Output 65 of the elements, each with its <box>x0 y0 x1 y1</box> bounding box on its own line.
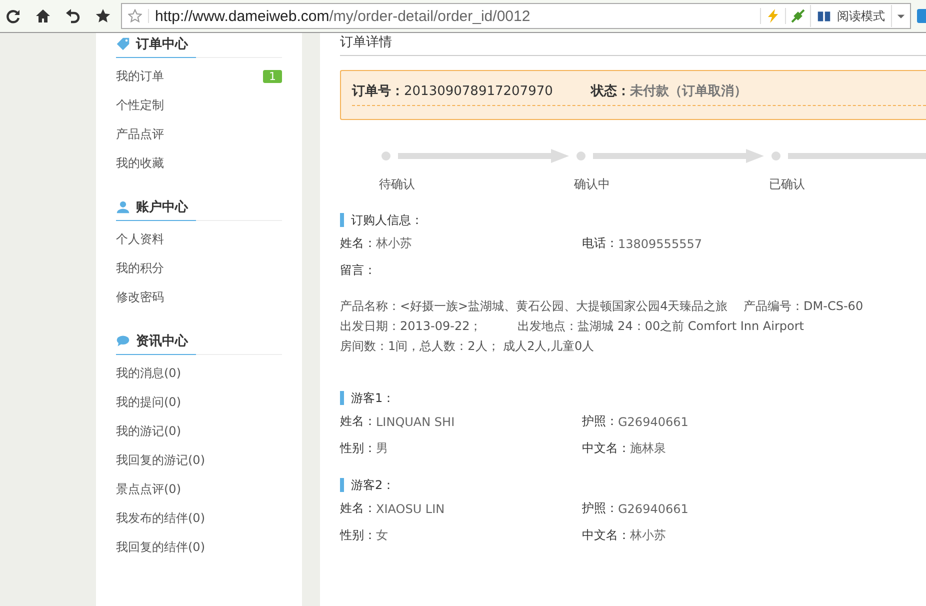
reader-mode-button[interactable]: 阅读模式 <box>810 5 891 27</box>
field-value: G26940661 <box>618 414 688 428</box>
step-label: 已确认 <box>769 176 806 193</box>
count-badge: 1 <box>263 70 282 83</box>
home-icon[interactable] <box>35 8 51 24</box>
field-value: G26940661 <box>618 502 688 516</box>
page-title: 订单详情 <box>340 33 926 56</box>
undo-icon[interactable] <box>65 8 81 24</box>
field-value: 男 <box>376 440 388 457</box>
chat-bubble-icon <box>116 334 130 348</box>
person-icon <box>116 200 130 214</box>
field-label: 护照： <box>582 413 618 430</box>
book-icon <box>817 9 831 23</box>
product-info-line: 产品名称：<好摄一族>盐湖城、黄石公园、大提顿国家公园4天臻品之旅 产品编号：DM-CS-60 <box>340 298 864 315</box>
field-label: 姓名： <box>340 413 376 430</box>
field-value: XIAOSU LIN <box>376 502 445 516</box>
sidebar-item[interactable]: 我回复的游记(0) <box>116 452 205 469</box>
field-value: 林小苏 <box>630 527 666 544</box>
tag-icon <box>116 37 130 51</box>
field-value: LINQUAN SHI <box>376 414 455 428</box>
sidebar-item[interactable]: 修改密码 <box>116 289 164 306</box>
sidebar-item[interactable]: 个人资料 <box>116 231 164 248</box>
order-status: 未付款（订单取消） <box>630 83 747 100</box>
url-text: http://www.dameiweb.com/my/order-detail/order_id/0012 <box>154 8 532 24</box>
sidebar-item[interactable]: 景点点评(0) <box>116 481 181 498</box>
refresh-icon[interactable] <box>5 8 21 24</box>
field-value: 施林泉 <box>630 440 666 457</box>
field-value: 林小苏 <box>376 235 412 252</box>
product-info-line: 房间数：1间，总人数：2人； 成人2人,儿童0人 <box>340 338 596 355</box>
section-heading: 订购人信息： <box>351 212 423 228</box>
sidebar-item[interactable]: 我的订单 <box>116 68 164 85</box>
field-label: 性别： <box>340 440 376 457</box>
section-title: 账户中心 <box>136 198 188 216</box>
sidebar-item[interactable]: 我发布的结伴(0) <box>116 510 205 527</box>
field-label: 留言： <box>340 262 376 279</box>
sidebar-item[interactable]: 我的消息(0) <box>116 365 181 382</box>
extension-icon[interactable] <box>916 8 926 24</box>
step-label: 待确认 <box>379 176 416 193</box>
field-label: 中文名： <box>582 527 630 544</box>
status-label: 状态： <box>590 83 630 100</box>
section-heading: 游客1： <box>351 390 395 406</box>
field-value: 女 <box>376 527 388 544</box>
section-heading: 游客2： <box>351 476 395 494</box>
sidebar-item[interactable]: 我的收藏 <box>116 155 164 172</box>
sidebar-item[interactable]: 我的提问(0) <box>116 394 181 411</box>
sidebar-item[interactable]: 个性定制 <box>116 97 164 114</box>
star-icon[interactable] <box>95 8 111 24</box>
field-label: 性别： <box>340 527 376 544</box>
product-info-line: 出发日期：2013-09-22； 出发地点：盐湖城 24：00之前 Comfort Inn Airport <box>340 318 805 335</box>
field-label: 姓名： <box>340 235 376 252</box>
sidebar-item[interactable]: 我的积分 <box>116 260 164 277</box>
field-value: 13809555557 <box>618 236 702 250</box>
order-number-label: 订单号： <box>352 83 404 100</box>
sidebar-item[interactable]: 我的游记(0) <box>116 423 181 440</box>
field-label: 护照： <box>582 500 618 517</box>
sidebar-item[interactable]: 我回复的结伴(0) <box>116 539 205 556</box>
order-number: 201309078917207970 <box>404 84 553 98</box>
sidebar-item[interactable]: 产品点评 <box>116 126 164 143</box>
field-label: 电话： <box>582 235 618 252</box>
section-title: 资讯中心 <box>136 332 188 350</box>
field-label: 中文名： <box>582 440 630 457</box>
field-label: 姓名： <box>340 500 376 517</box>
step-label: 确认中 <box>574 176 611 193</box>
address-bar[interactable]: http://www.dameiweb.com/my/order-detail/order_id/0012 阅读模式 <box>121 3 911 29</box>
section-title: 订单中心 <box>136 36 188 53</box>
